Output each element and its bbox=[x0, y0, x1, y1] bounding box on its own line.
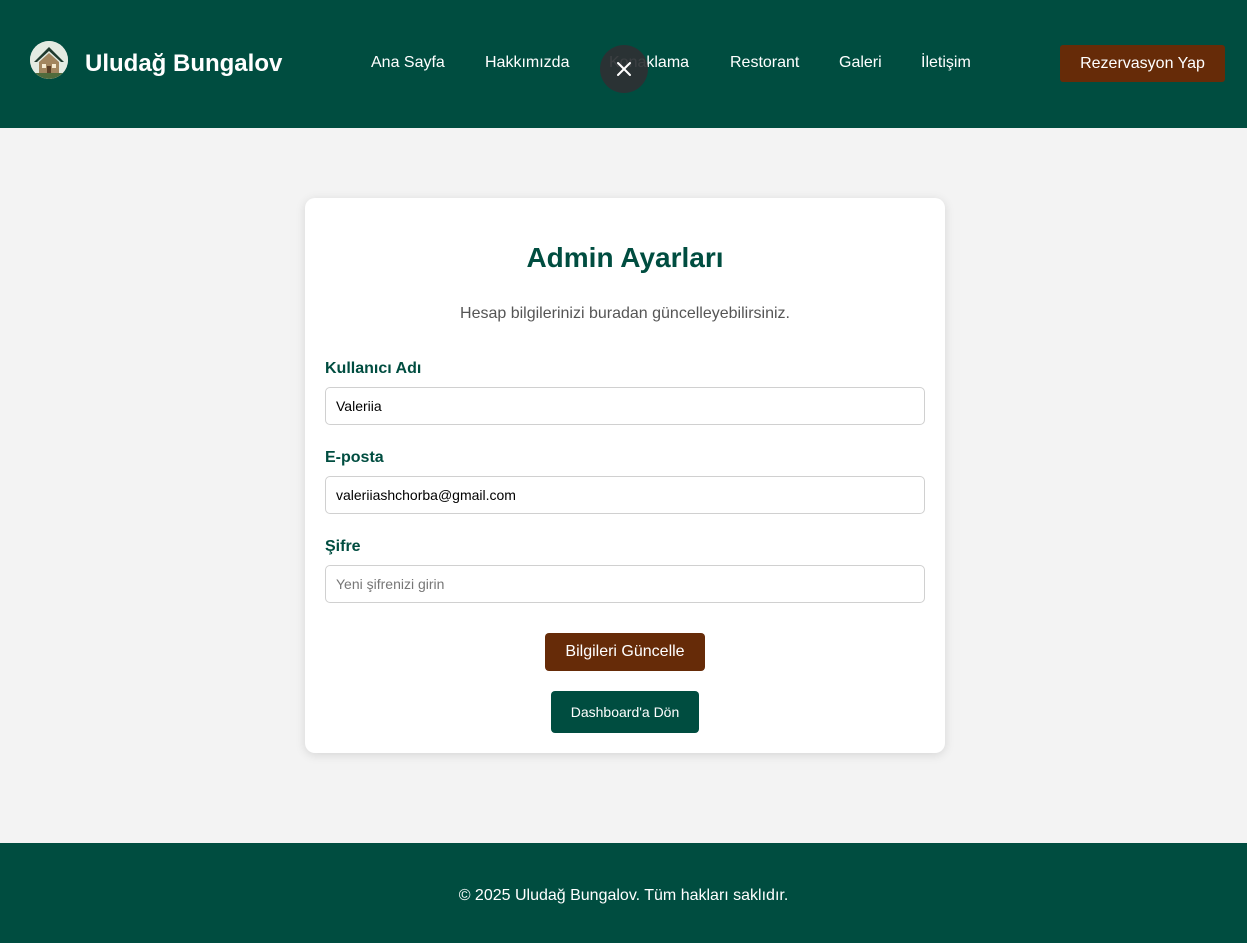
password-label: Şifre bbox=[325, 538, 361, 555]
page-title: Admin Ayarları bbox=[526, 242, 724, 273]
update-info-button[interactable]: Bilgileri Güncelle bbox=[545, 633, 705, 671]
back-to-dashboard-button[interactable]: Dashboard'a Dön bbox=[551, 691, 699, 733]
footer-copyright: © 2025 Uludağ Bungalov. Tüm hakları sakl… bbox=[458, 887, 789, 904]
site-header: Uludağ Bungalov Ana Sayfa Hakkımızda Kon… bbox=[0, 0, 1247, 128]
nav-iletisim[interactable]: İletişim bbox=[921, 53, 971, 73]
house-logo-icon[interactable] bbox=[30, 41, 68, 79]
admin-settings-card: Admin Ayarları Hesap bilgilerinizi burad… bbox=[305, 198, 945, 753]
nav-restorant[interactable]: Restorant bbox=[730, 53, 799, 73]
email-label: E-posta bbox=[325, 449, 384, 466]
page-subtitle: Hesap bilgilerinizi buradan güncelleyebi… bbox=[460, 305, 790, 322]
username-field[interactable] bbox=[325, 387, 925, 425]
reservation-button[interactable]: Rezervasyon Yap bbox=[1060, 45, 1225, 82]
brand-name[interactable]: Uludağ Bungalov bbox=[85, 49, 282, 79]
site-footer: © 2025 Uludağ Bungalov. Tüm hakları sakl… bbox=[0, 843, 1247, 943]
email-field[interactable] bbox=[325, 476, 925, 514]
nav-hakkimizda[interactable]: Hakkımızda bbox=[485, 53, 569, 73]
close-button[interactable] bbox=[600, 45, 648, 93]
nav-ana-sayfa[interactable]: Ana Sayfa bbox=[371, 53, 445, 73]
close-icon bbox=[617, 62, 631, 76]
nav-galeri[interactable]: Galeri bbox=[839, 53, 882, 73]
password-field[interactable] bbox=[325, 565, 925, 603]
username-label: Kullanıcı Adı bbox=[325, 360, 422, 377]
